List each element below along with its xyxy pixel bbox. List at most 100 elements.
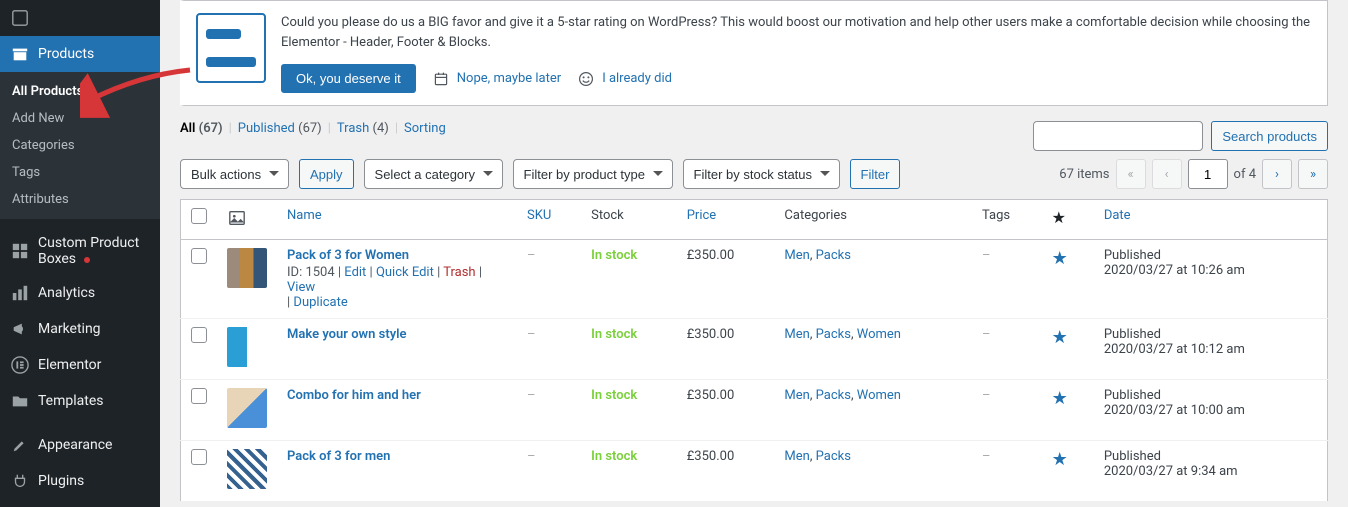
col-name[interactable]: Name — [287, 208, 322, 223]
product-thumbnail[interactable] — [227, 388, 267, 428]
featured-icon: ★ — [1052, 208, 1066, 227]
category-link[interactable]: Men — [784, 388, 809, 403]
rate-later-link[interactable]: Nope, maybe later — [457, 71, 561, 86]
submenu-all-products[interactable]: All Products — [0, 78, 160, 105]
sidebar-item-analytics[interactable]: Analytics — [0, 275, 160, 311]
category-link[interactable]: Women — [857, 388, 901, 403]
sku-value: – — [527, 327, 536, 342]
view-link[interactable]: View — [287, 280, 315, 295]
col-sku[interactable]: SKU — [527, 208, 551, 223]
select-all-checkbox[interactable] — [191, 208, 207, 224]
sidebar-label: Elementor — [38, 357, 101, 373]
sidebar-item-users[interactable]: Users — [0, 499, 160, 507]
featured-toggle[interactable]: ★ — [1052, 388, 1068, 409]
col-categories: Categories — [774, 200, 972, 240]
row-checkbox[interactable] — [191, 449, 207, 465]
category-link[interactable]: Men — [784, 327, 809, 342]
table-row: Make your own style – In stock £350.00 M… — [181, 319, 1328, 380]
category-link[interactable]: Packs — [816, 327, 851, 342]
category-link[interactable]: Men — [784, 449, 809, 464]
sidebar-label: Marketing — [38, 321, 101, 337]
submenu-attributes[interactable]: Attributes — [0, 186, 160, 213]
search-input[interactable] — [1033, 121, 1203, 151]
price-value: £350.00 — [677, 240, 775, 319]
duplicate-link[interactable]: Duplicate — [293, 295, 347, 310]
sidebar-item-custom-boxes[interactable]: Custom Product Boxes — [0, 227, 160, 275]
rate-already-link[interactable]: I already did — [602, 71, 672, 86]
table-row: Combo for him and her – In stock £350.00… — [181, 380, 1328, 441]
col-stock: Stock — [581, 200, 677, 240]
bulk-actions-select[interactable]: Bulk actions — [180, 159, 289, 189]
stock-filter-select[interactable]: Filter by stock status — [683, 159, 840, 189]
category-link[interactable]: Packs — [816, 388, 851, 403]
rate-ok-button[interactable]: Ok, you deserve it — [281, 64, 416, 93]
products-table: Name SKU Stock Price Categories Tags ★ D… — [180, 199, 1328, 502]
search-button[interactable]: Search products — [1211, 121, 1328, 151]
sidebar-item-products[interactable]: Products — [0, 36, 160, 72]
sidebar-item-elementor[interactable]: Elementor — [0, 347, 160, 383]
product-title-link[interactable]: Make your own style — [287, 327, 407, 342]
view-all[interactable]: All (67) — [180, 121, 223, 136]
publish-status: Published — [1104, 327, 1161, 342]
quick-edit-link[interactable]: Quick Edit — [376, 265, 434, 280]
page-input[interactable] — [1188, 159, 1228, 189]
folder-icon — [10, 391, 30, 411]
notice-text: Could you please do us a BIG favor and g… — [281, 13, 1315, 52]
grid-icon — [10, 241, 30, 261]
category-filter-select[interactable]: Select a category — [364, 159, 503, 189]
featured-toggle[interactable]: ★ — [1052, 248, 1068, 269]
update-dot-icon — [84, 257, 90, 263]
tags-value: – — [982, 248, 991, 263]
sidebar-item-templates[interactable]: Templates — [0, 383, 160, 419]
category-link[interactable]: Packs — [816, 248, 851, 263]
category-link[interactable]: Men — [784, 248, 809, 263]
row-checkbox[interactable] — [191, 327, 207, 343]
view-trash[interactable]: Trash (4) — [337, 121, 389, 136]
sidebar-item-plugins[interactable]: Plugins — [0, 463, 160, 499]
image-icon — [227, 208, 247, 228]
product-title-link[interactable]: Pack of 3 for Women — [287, 248, 409, 263]
sidebar-item-blank[interactable] — [0, 0, 160, 36]
submenu-tags[interactable]: Tags — [0, 159, 160, 186]
submenu-categories[interactable]: Categories — [0, 132, 160, 159]
product-thumbnail[interactable] — [227, 327, 267, 367]
view-sorting[interactable]: Sorting — [404, 121, 446, 136]
submenu-add-new[interactable]: Add New — [0, 105, 160, 132]
product-type-filter-select[interactable]: Filter by product type — [513, 159, 673, 189]
col-tags: Tags — [972, 200, 1042, 240]
filter-button[interactable]: Filter — [850, 159, 901, 189]
plug-icon — [10, 471, 30, 491]
next-page-button[interactable]: › — [1262, 159, 1292, 189]
prev-page-button[interactable]: ‹ — [1152, 159, 1182, 189]
sku-value: – — [527, 449, 536, 464]
first-page-button[interactable]: « — [1116, 159, 1146, 189]
price-value: £350.00 — [677, 441, 775, 502]
row-checkbox[interactable] — [191, 388, 207, 404]
category-link[interactable]: Women — [857, 327, 901, 342]
rating-notice: Could you please do us a BIG favor and g… — [180, 0, 1328, 106]
col-date[interactable]: Date — [1104, 208, 1131, 223]
featured-toggle[interactable]: ★ — [1052, 449, 1068, 470]
categories-cell: Men, Packs — [774, 240, 972, 319]
row-checkbox[interactable] — [191, 248, 207, 264]
trash-link[interactable]: Trash — [443, 265, 475, 280]
elementor-icon — [10, 355, 30, 375]
view-published[interactable]: Published (67) — [238, 121, 322, 136]
sidebar-label: Templates — [38, 393, 104, 409]
sidebar-item-appearance[interactable]: Appearance — [0, 427, 160, 463]
product-title-link[interactable]: Pack of 3 for men — [287, 449, 390, 464]
stock-status: In stock — [591, 388, 637, 403]
sidebar-item-marketing[interactable]: Marketing — [0, 311, 160, 347]
col-price[interactable]: Price — [687, 208, 716, 223]
product-thumbnail[interactable] — [227, 449, 267, 489]
edit-link[interactable]: Edit — [344, 265, 366, 280]
apply-button[interactable]: Apply — [299, 159, 354, 189]
brush-icon — [10, 435, 30, 455]
product-thumbnail[interactable] — [227, 248, 267, 288]
last-page-button[interactable]: » — [1298, 159, 1328, 189]
page-of: of 4 — [1234, 167, 1256, 182]
calendar-icon — [431, 69, 451, 89]
category-link[interactable]: Packs — [816, 449, 851, 464]
product-title-link[interactable]: Combo for him and her — [287, 388, 421, 403]
featured-toggle[interactable]: ★ — [1052, 327, 1068, 348]
